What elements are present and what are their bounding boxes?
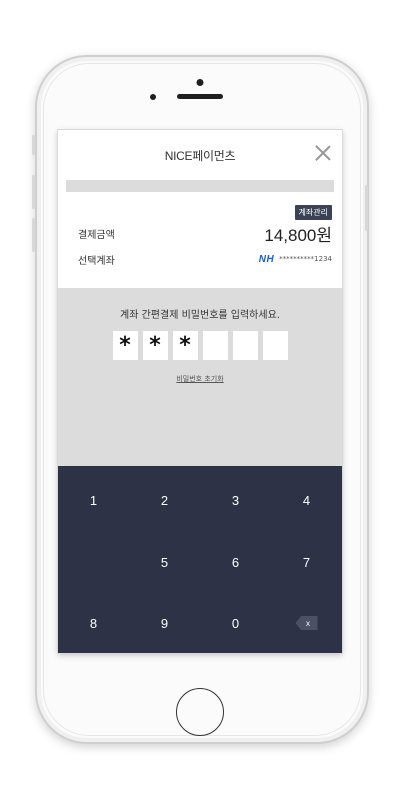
pin-box — [262, 331, 288, 360]
page-title: NICE페이먼츠 — [164, 148, 236, 163]
amount-row: 결제금액 14,800원 — [58, 220, 342, 246]
key-1[interactable]: 1 — [58, 470, 129, 530]
pin-entry-area: 계좌 간편결제 비밀번호를 입력하세요. * * * 비밀번호 초기화 — [58, 288, 342, 466]
key-8[interactable]: 8 — [58, 593, 129, 653]
mute-switch — [32, 135, 35, 155]
camera-icon — [196, 79, 204, 86]
nh-bank-logo-icon: NH — [258, 253, 275, 265]
account-manage-button[interactable]: 계좌관리 — [294, 205, 332, 220]
volume-down-button — [32, 218, 35, 252]
account-label: 선택계좌 — [78, 255, 115, 267]
volume-up-button — [32, 175, 35, 209]
pin-box: * — [112, 331, 138, 360]
key-3[interactable]: 3 — [200, 470, 271, 530]
key-0[interactable]: 0 — [200, 593, 271, 653]
account-row: 선택계좌 NH **********1234 — [58, 246, 342, 272]
home-button[interactable] — [176, 688, 224, 736]
manage-row: 계좌관리 — [58, 192, 342, 220]
reset-password-link[interactable]: 비밀번호 초기화 — [58, 374, 342, 384]
backspace-icon: x — [295, 616, 318, 630]
pin-boxes: * * * — [58, 331, 342, 360]
account-number: **********1234 — [279, 255, 332, 263]
selected-account[interactable]: NH **********1234 — [259, 254, 332, 265]
pin-box — [232, 331, 258, 360]
amount-label: 결제금액 — [78, 229, 115, 241]
key-blank[interactable] — [58, 532, 129, 592]
pin-box: * — [172, 331, 198, 360]
pin-prompt: 계좌 간편결제 비밀번호를 입력하세요. — [120, 310, 280, 321]
header: NICE페이먼츠 — [58, 130, 342, 180]
power-button — [365, 185, 368, 231]
key-6[interactable]: 6 — [200, 532, 271, 592]
backspace-key[interactable]: x — [271, 593, 342, 653]
payment-screen: NICE페이먼츠 계좌관리 결제금액 14,800원 선택계좌 NH *****… — [58, 130, 342, 653]
number-keypad: 1 2 3 4 5 6 7 8 9 0 x — [58, 466, 342, 653]
key-9[interactable]: 9 — [129, 593, 200, 653]
sensor-icon — [150, 94, 156, 100]
key-7[interactable]: 7 — [271, 532, 342, 592]
pin-box — [202, 331, 228, 360]
key-5[interactable]: 5 — [129, 532, 200, 592]
progress-divider — [66, 180, 334, 192]
key-4[interactable]: 4 — [271, 470, 342, 530]
speaker-grille — [177, 94, 223, 99]
key-2[interactable]: 2 — [129, 470, 200, 530]
close-icon[interactable] — [314, 144, 332, 162]
amount-value: 14,800원 — [264, 225, 332, 245]
pin-box: * — [142, 331, 168, 360]
